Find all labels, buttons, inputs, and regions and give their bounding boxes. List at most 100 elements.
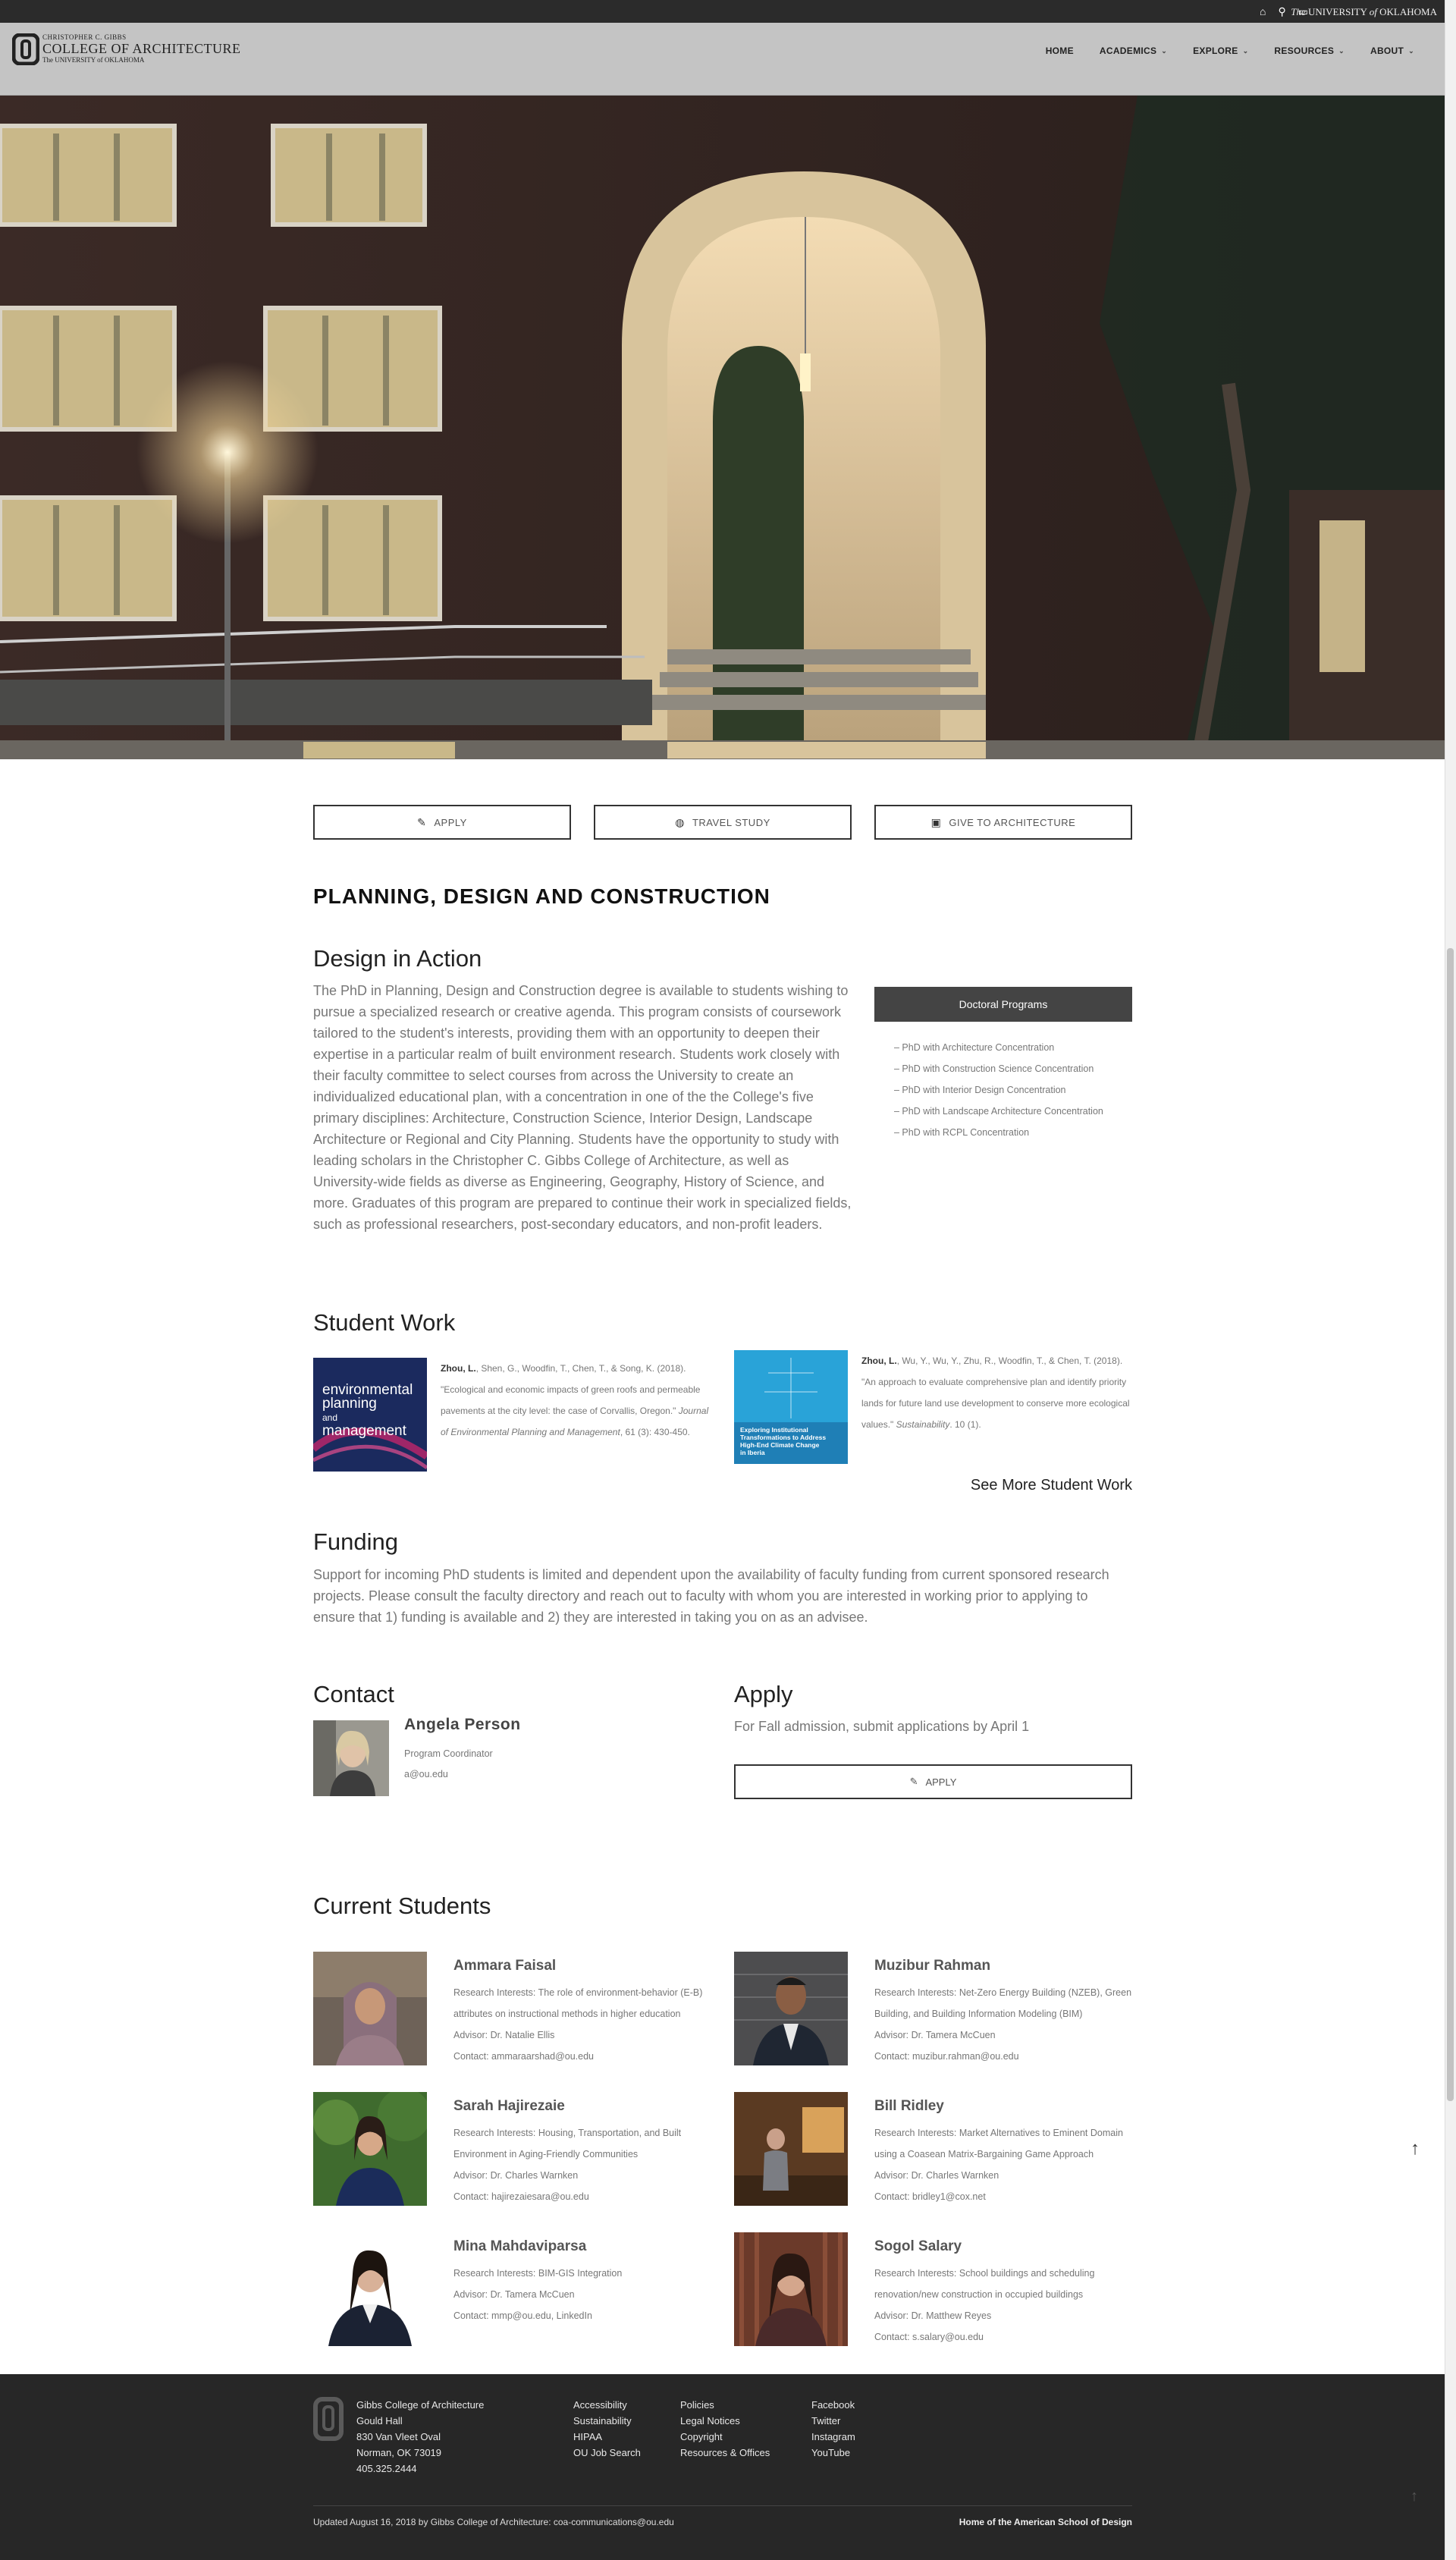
utility-bar: ⌂ ⚲ ▭ The UNIVERSITY of OKLAHOMA [0,0,1445,23]
student-photo [734,2092,848,2206]
home-icon[interactable]: ⌂ [1260,5,1266,17]
contact-photo [313,1720,389,1796]
footer-link[interactable]: Accessibility [573,2397,641,2413]
footer-links-2: Policies Legal Notices Copyright Resourc… [680,2397,770,2461]
instagram-link[interactable]: Instagram [811,2429,855,2445]
chevron-down-icon: ⌄ [1338,46,1345,55]
doctoral-item[interactable]: – PhD with Architecture Concentration [894,1037,1132,1058]
footer-link[interactable]: OU Job Search [573,2445,641,2461]
student-photo [313,2232,427,2346]
doctoral-list: – PhD with Architecture Concentration – … [874,1037,1132,1143]
travel-study-button[interactable]: ◍ TRAVEL STUDY [594,805,852,840]
twitter-link[interactable]: Twitter [811,2413,855,2429]
student-card: Mina Mahdaviparsa Research Interests: BI… [313,2232,723,2346]
footer-link[interactable]: Policies [680,2397,770,2413]
funding-heading: Funding [313,1528,399,1555]
contact-email[interactable]: a@ou.edu [404,1769,448,1779]
student-info: Research Interests: BIM-GIS Integration … [453,2268,623,2321]
citation: Zhou, L., Wu, Y., Wu, Y., Zhu, R., Woodf… [861,1355,1130,1430]
footer-link[interactable]: Legal Notices [680,2413,770,2429]
apply-button[interactable]: ✎ APPLY [313,805,571,840]
doctoral-programs-header[interactable]: Doctoral Programs [874,987,1132,1022]
apply-deadline: For Fall admission, submit applications … [734,1719,1030,1734]
apply-heading: Apply [734,1681,793,1707]
student-card: Sogol Salary Research Interests: School … [734,2232,1144,2346]
give-button[interactable]: ▣ GIVE TO ARCHITECTURE [874,805,1132,840]
globe-icon: ◍ [675,815,685,828]
nav-explore[interactable]: EXPLORE ⌄ [1193,46,1248,56]
nav-home[interactable]: HOME [1046,46,1074,56]
ou-logo-icon[interactable] [12,33,39,65]
student-name: Bill Ridley [874,2098,944,2114]
scrollbar-thumb[interactable] [1447,948,1454,2101]
edit-icon: ✎ [909,1776,918,1787]
logo-university: The UNIVERSITY of OKLAHOMA [42,56,145,64]
student-name: Mina Mahdaviparsa [453,2238,587,2254]
student-info: Research Interests: Housing, Transportat… [453,2128,682,2202]
youtube-link[interactable]: YouTube [811,2445,855,2461]
chevron-down-icon: ⌄ [1161,46,1168,55]
contact-name: Angela Person [404,1716,521,1733]
student-card: Bill Ridley Research Interests: Market A… [734,2092,1144,2206]
facebook-link[interactable]: Facebook [811,2397,855,2413]
doctoral-item[interactable]: – PhD with Construction Science Concentr… [894,1058,1132,1079]
apply-now-button[interactable]: ✎ APPLY [734,1764,1132,1799]
doctoral-item[interactable]: – PhD with Landscape Architecture Concen… [894,1101,1132,1122]
student-info: Research Interests: Net-Zero Energy Buil… [874,1987,1132,2062]
journal-cover-image[interactable]: Exploring Institutional Transformations … [734,1350,848,1464]
footer-link[interactable]: HIPAA [573,2429,641,2445]
nav-about[interactable]: ABOUT ⌄ [1370,46,1414,56]
footer-links-1: Accessibility Sustainability HIPAA OU Jo… [573,2397,641,2461]
journal-cover-image[interactable]: environmental planning and management [313,1358,427,1472]
student-name: Muzibur Rahman [874,1958,991,1974]
gift-icon: ▣ [930,815,942,828]
chevron-down-icon: ⌄ [1408,46,1414,55]
footer-divider [313,2505,1132,2506]
funding-body: Support for incoming PhD students is lim… [313,1567,1109,1625]
student-name: Sogol Salary [874,2238,962,2254]
logo-subtitle: CHRISTOPHER C. GIBBS [42,33,127,41]
footer-updated-text: Updated August 16, 2018 by Gibbs College… [313,2517,674,2527]
ou-footer-logo-icon[interactable] [313,2397,344,2441]
current-students-heading: Current Students [313,1893,491,1919]
see-more-student-work-link[interactable]: See More Student Work [971,1477,1132,1494]
design-body: The PhD in Planning, Design and Construc… [313,983,852,1232]
doctoral-item[interactable]: – PhD with RCPL Concentration [894,1122,1132,1143]
student-work-heading: Student Work [313,1309,456,1336]
student-name: Ammara Faisal [453,1958,557,1974]
footer-link[interactable]: Resources & Offices [680,2445,770,2461]
footer-social-links: Facebook Twitter Instagram YouTube [811,2397,855,2461]
student-name: Sarah Hajirezaie [453,2098,565,2114]
footer-link[interactable]: Sustainability [573,2413,641,2429]
footer-address: Gibbs College of Architecture Gould Hall… [356,2399,485,2474]
site-header: CHRISTOPHER C. GIBBS COLLEGE OF ARCHITEC… [0,23,1445,96]
student-photo [734,1952,848,2065]
footer-tagline: Home of the American School of Design [959,2517,1132,2527]
search-icon[interactable]: ⚲ [1279,5,1286,17]
student-card: Ammara Faisal Research Interests: The ro… [313,1952,723,2065]
page-scrollbar[interactable] [1445,0,1456,2560]
nav-academics[interactable]: ACADEMICS ⌄ [1100,46,1167,56]
student-card: Muzibur Rahman Research Interests: Net-Z… [734,1952,1144,2065]
doctoral-programs: Doctoral Programs – PhD with Architectur… [874,987,1132,1143]
contact-heading: Contact [313,1681,394,1707]
doctoral-item[interactable]: – PhD with Interior Design Concentration [894,1079,1132,1101]
arrow-up-icon[interactable]: ↑ [1401,2135,1429,2163]
student-photo [734,2232,848,2346]
student-work-item: environmental planning and management Zh… [313,1358,711,1472]
action-buttons: ✎ APPLY ◍ TRAVEL STUDY ▣ GIVE TO ARCHITE… [313,805,1132,840]
student-photo [313,1952,427,2065]
footer-link[interactable]: Copyright [680,2429,770,2445]
contact-role: Program Coordinator [404,1748,493,1759]
logo-title: COLLEGE OF ARCHITECTURE [42,41,241,56]
ou-link[interactable]: The UNIVERSITY of OKLAHOMA [1291,6,1437,18]
arrow-up-icon[interactable]: ↑ [1403,2488,1426,2511]
edit-icon: ✎ [417,815,427,828]
student-card: Sarah Hajirezaie Research Interests: Hou… [313,2092,723,2206]
nav-resources[interactable]: RESOURCES ⌄ [1274,46,1345,56]
page-title: PLANNING, DESIGN AND CONSTRUCTION [313,884,770,908]
student-work-item: Exploring Institutional Transformations … [734,1350,1132,1464]
student-info: Research Interests: The role of environm… [453,1987,703,2062]
student-info: Research Interests: Market Alternatives … [874,2128,1123,2202]
college-logo-text[interactable]: CHRISTOPHER C. GIBBS COLLEGE OF ARCHITEC… [42,33,241,64]
